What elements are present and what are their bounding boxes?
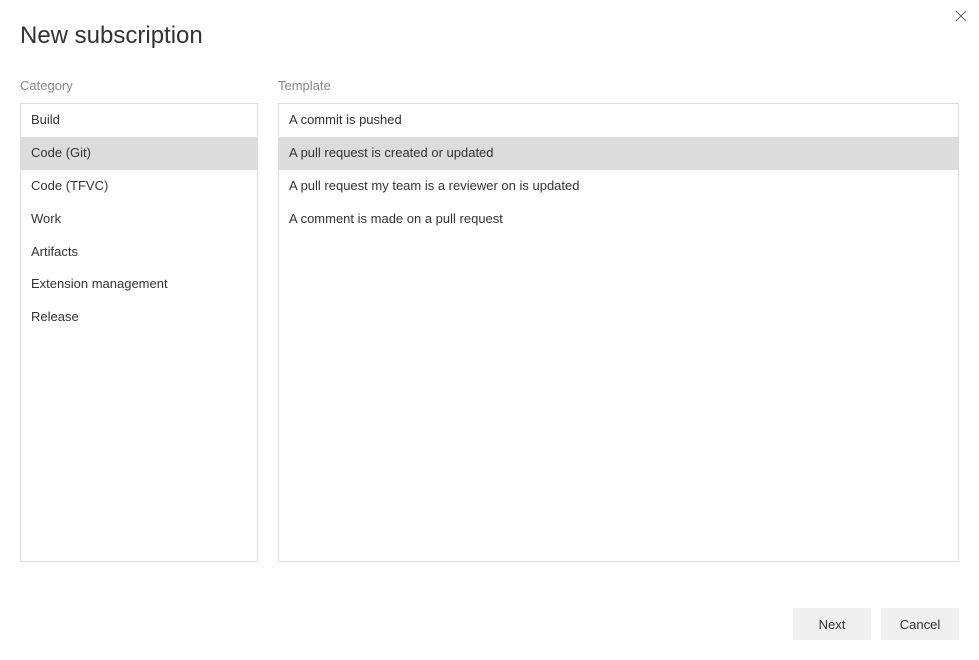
template-list[interactable]: A commit is pushedA pull request is crea… <box>278 103 959 562</box>
template-item[interactable]: A pull request my team is a reviewer on … <box>279 170 958 203</box>
category-item[interactable]: Code (TFVC) <box>21 170 257 203</box>
category-item[interactable]: Code (Git) <box>21 137 257 170</box>
category-item[interactable]: Work <box>21 203 257 236</box>
category-item[interactable]: Extension management <box>21 268 257 301</box>
next-button[interactable]: Next <box>793 608 871 640</box>
template-item[interactable]: A pull request is created or updated <box>279 137 958 170</box>
cancel-button[interactable]: Cancel <box>881 608 959 640</box>
template-item[interactable]: A commit is pushed <box>279 104 958 137</box>
close-button[interactable] <box>951 6 971 26</box>
close-icon <box>955 10 967 22</box>
category-item[interactable]: Build <box>21 104 257 137</box>
category-label: Category <box>20 78 258 93</box>
template-label: Template <box>278 78 959 93</box>
category-item[interactable]: Artifacts <box>21 236 257 269</box>
category-item[interactable]: Release <box>21 301 257 334</box>
template-item[interactable]: A comment is made on a pull request <box>279 203 958 236</box>
dialog-title: New subscription <box>20 22 959 50</box>
category-list[interactable]: BuildCode (Git)Code (TFVC)WorkArtifactsE… <box>20 103 258 562</box>
